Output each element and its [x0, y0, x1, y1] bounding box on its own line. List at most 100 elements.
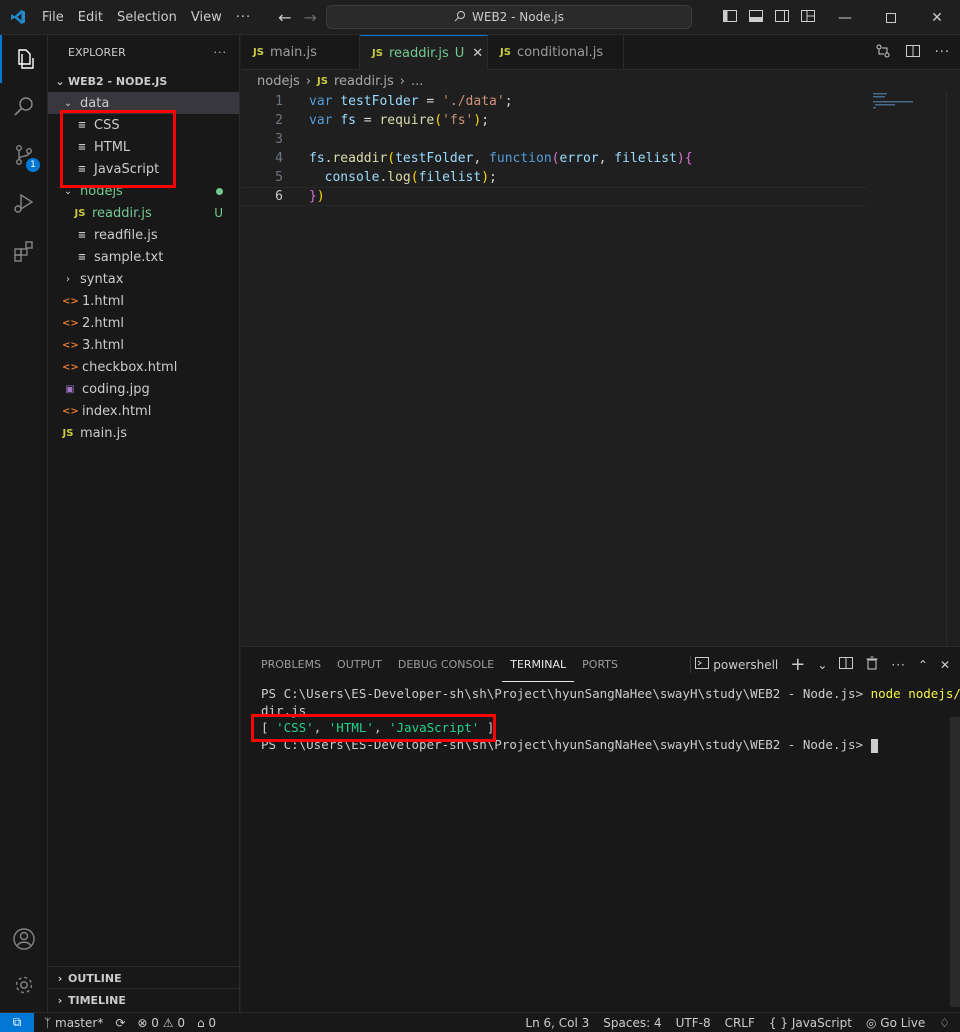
close-panel-icon[interactable]: ✕ — [940, 658, 950, 672]
split-terminal-icon[interactable] — [839, 656, 854, 673]
sync-icon[interactable]: ⟳ — [115, 1016, 125, 1030]
timeline-section[interactable]: › TIMELINE — [48, 989, 240, 1011]
maximize-button[interactable] — [868, 0, 914, 35]
menu-view[interactable]: View — [184, 0, 229, 35]
problems-indicator[interactable]: ⊗ 0 ⚠ 0 — [137, 1016, 185, 1030]
back-arrow-icon[interactable]: ← — [278, 8, 291, 27]
cursor-position[interactable]: Ln 6, Col 3 — [525, 1016, 589, 1030]
tab-main-js[interactable]: JS main.js — [241, 35, 360, 70]
more-actions-icon[interactable]: ··· — [935, 45, 950, 60]
tree-file-sample[interactable]: ≡ sample.txt — [48, 246, 239, 268]
tree-file-readdir[interactable]: JS readdir.js U — [48, 202, 239, 224]
chevron-down-icon: ⌄ — [63, 97, 73, 109]
tree-file-3html[interactable]: <> 3.html — [48, 334, 239, 356]
search-icon — [454, 10, 466, 25]
code-text: }) — [309, 189, 325, 204]
tab-readdir-js[interactable]: JS readdir.js U ✕ — [360, 35, 488, 70]
breadcrumb-folder[interactable]: nodejs — [257, 74, 300, 89]
toggle-primary-sidebar-icon[interactable] — [722, 8, 738, 24]
account-icon[interactable] — [0, 915, 48, 963]
menu-edit[interactable]: Edit — [71, 0, 110, 35]
tree-file-index[interactable]: <> index.html — [48, 400, 239, 422]
maximize-panel-icon[interactable]: ⌃ — [918, 658, 928, 672]
terminal-shell-selector[interactable]: powershell — [690, 656, 778, 673]
tree-file-checkbox[interactable]: <> checkbox.html — [48, 356, 239, 378]
file-lines-icon: ≡ — [77, 229, 87, 241]
tree-item-label: index.html — [82, 403, 152, 419]
source-control-icon[interactable]: 1 — [0, 131, 48, 179]
breadcrumb-file[interactable]: readdir.js — [334, 74, 394, 89]
html-file-icon: <> — [62, 339, 79, 351]
explorer-icon[interactable] — [0, 35, 48, 83]
close-icon[interactable]: ✕ — [472, 46, 483, 61]
tree-item-label: data — [80, 95, 110, 111]
terminal-cursor — [870, 738, 878, 753]
tab-output[interactable]: OUTPUT — [329, 647, 390, 682]
html-file-icon: <> — [62, 295, 79, 307]
end-of-line[interactable]: CRLF — [725, 1016, 755, 1030]
trash-icon[interactable] — [865, 656, 879, 673]
tree-item-label: checkbox.html — [82, 359, 178, 375]
tree-file-1html[interactable]: <> 1.html — [48, 290, 239, 312]
run-debug-icon[interactable] — [0, 179, 48, 227]
tree-file-readfile[interactable]: ≡ readfile.js — [48, 224, 239, 246]
breadcrumb: nodejs › JS readdir.js › ... — [241, 70, 423, 92]
ports-indicator[interactable]: ⌂ 0 — [197, 1016, 216, 1030]
terminal-scrollbar[interactable] — [950, 717, 960, 1007]
close-button[interactable]: ✕ — [914, 0, 960, 35]
chevron-down-icon[interactable]: ⌄ — [817, 658, 827, 672]
command-center[interactable]: WEB2 - Node.js — [326, 5, 692, 29]
tab-conditional-js[interactable]: JS conditional.js — [488, 35, 624, 70]
code-line: 4 fs.readdir(testFolder, function(error,… — [241, 149, 867, 168]
outline-section[interactable]: › OUTLINE — [48, 967, 240, 989]
indentation[interactable]: Spaces: 4 — [603, 1016, 661, 1030]
workspace-root[interactable]: ⌄ WEB2 - NODE.JS — [48, 70, 239, 92]
tab-terminal[interactable]: TERMINAL — [502, 647, 575, 682]
editor-tabs: JS main.js JS readdir.js U ✕ JS conditio… — [241, 35, 960, 70]
split-editor-icon[interactable] — [905, 43, 921, 63]
settings-gear-icon[interactable] — [0, 961, 48, 1009]
toggle-panel-icon[interactable] — [748, 8, 764, 24]
open-changes-icon[interactable] — [875, 43, 891, 63]
code-line: 2 var fs = require('fs'); — [241, 111, 867, 130]
code-line: 3 — [241, 130, 867, 149]
new-terminal-plus-icon[interactable]: + — [790, 654, 805, 675]
code-editor[interactable]: 1 var testFolder = './data'; 2 var fs = … — [241, 92, 960, 645]
tab-problems[interactable]: PROBLEMS — [253, 647, 329, 682]
bell-icon[interactable]: ♢ — [939, 1016, 950, 1030]
more-actions-icon[interactable]: ··· — [891, 658, 905, 672]
menu-file[interactable]: File — [35, 0, 71, 35]
tree-file-coding-jpg[interactable]: ▣ coding.jpg — [48, 378, 239, 400]
tree-item-label: syntax — [80, 271, 124, 287]
forward-arrow-icon[interactable]: → — [304, 8, 317, 27]
tree-item-label: sample.txt — [94, 249, 164, 265]
tab-ports[interactable]: PORTS — [574, 647, 626, 682]
tree-item-label: coding.jpg — [82, 381, 150, 397]
editor-scrollbar[interactable] — [946, 92, 960, 645]
menu-selection[interactable]: Selection — [110, 0, 184, 35]
branch-indicator[interactable]: ᛉ master* — [44, 1016, 103, 1030]
menu-more[interactable]: ··· — [229, 0, 258, 35]
tree-file-2html[interactable]: <> 2.html — [48, 312, 239, 334]
encoding[interactable]: UTF-8 — [676, 1016, 711, 1030]
minimize-button[interactable]: — — [822, 0, 868, 35]
tree-folder-syntax[interactable]: › syntax — [48, 268, 239, 290]
search-icon[interactable] — [0, 83, 48, 131]
chevron-right-icon: › — [305, 73, 312, 89]
more-actions-icon[interactable]: ··· — [214, 46, 228, 59]
toggle-secondary-sidebar-icon[interactable] — [774, 8, 790, 24]
tree-item-label: 1.html — [82, 293, 125, 309]
language-mode[interactable]: { } JavaScript — [769, 1016, 852, 1030]
title-bar: File Edit Selection View ··· ← → WEB2 - … — [0, 0, 960, 35]
chevron-right-icon: › — [57, 993, 63, 1007]
tree-file-main[interactable]: JS main.js — [48, 422, 239, 444]
extensions-icon[interactable] — [0, 227, 48, 275]
js-file-icon: JS — [62, 427, 74, 439]
minimap[interactable] — [871, 92, 931, 112]
remote-indicator-icon[interactable]: ⧉ — [0, 1012, 34, 1032]
code-line: 1 var testFolder = './data'; — [241, 92, 867, 111]
tab-debug-console[interactable]: DEBUG CONSOLE — [390, 647, 502, 682]
breadcrumb-more[interactable]: ... — [411, 74, 423, 89]
customize-layout-icon[interactable] — [800, 8, 816, 24]
go-live[interactable]: ◎ Go Live — [866, 1016, 925, 1030]
